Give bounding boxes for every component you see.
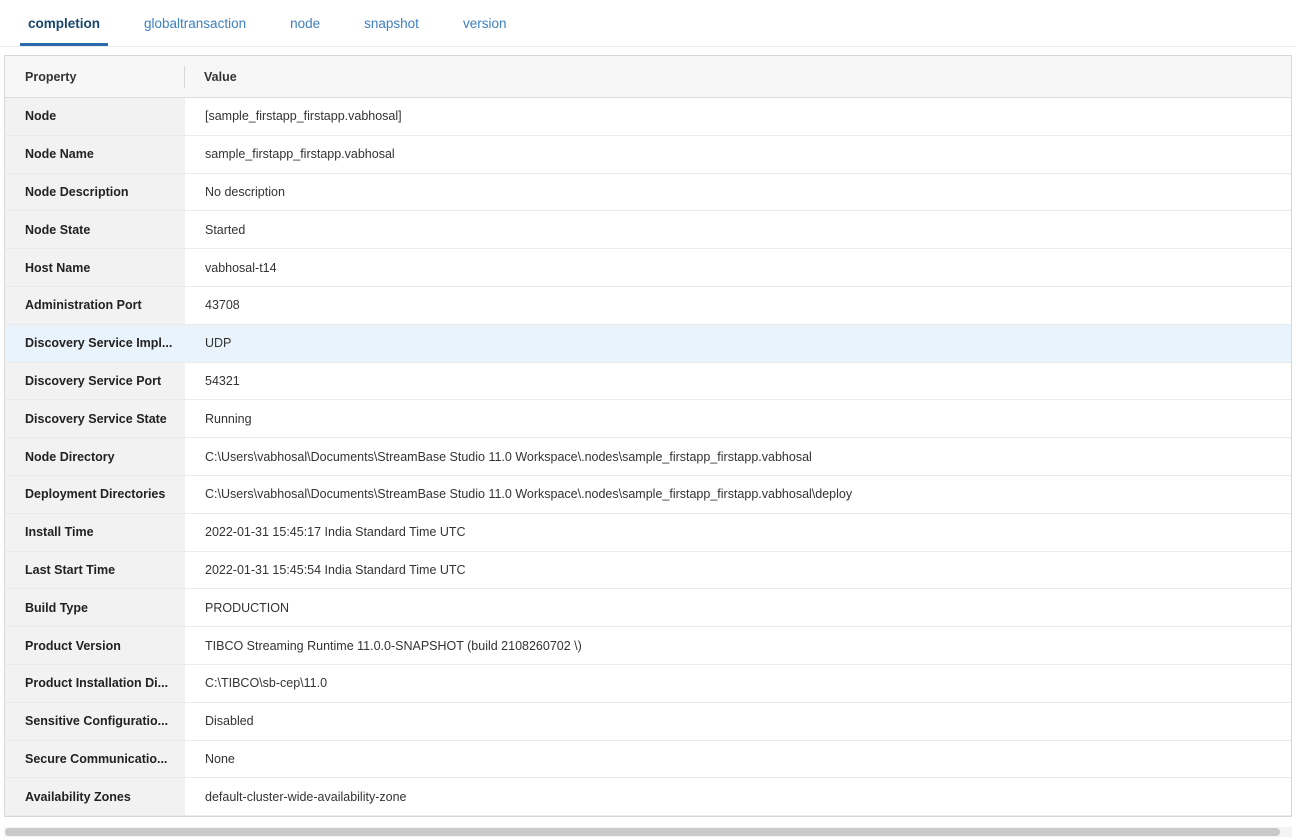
value-cell: C:\Users\vabhosal\Documents\StreamBase S… bbox=[185, 476, 1291, 513]
property-cell: Availability Zones bbox=[5, 778, 185, 815]
tab-snapshot[interactable]: snapshot bbox=[342, 0, 441, 46]
property-cell: Administration Port bbox=[5, 287, 185, 324]
table-row[interactable]: Discovery Service Port54321 bbox=[5, 363, 1291, 401]
value-cell: None bbox=[185, 741, 1291, 778]
tab-globaltransaction[interactable]: globaltransaction bbox=[122, 0, 268, 46]
property-cell: Sensitive Configuratio... bbox=[5, 703, 185, 740]
property-cell: Discovery Service Port bbox=[5, 363, 185, 400]
value-cell: C:\Users\vabhosal\Documents\StreamBase S… bbox=[185, 438, 1291, 475]
property-cell: Node Directory bbox=[5, 438, 185, 475]
property-cell: Node Name bbox=[5, 136, 185, 173]
tab-node[interactable]: node bbox=[268, 0, 342, 46]
value-cell: 54321 bbox=[185, 363, 1291, 400]
property-cell: Build Type bbox=[5, 589, 185, 626]
table-row[interactable]: Last Start Time2022-01-31 15:45:54 India… bbox=[5, 552, 1291, 590]
table-row[interactable]: Product VersionTIBCO Streaming Runtime 1… bbox=[5, 627, 1291, 665]
value-cell: 43708 bbox=[185, 287, 1291, 324]
value-cell: PRODUCTION bbox=[185, 589, 1291, 626]
table-row[interactable]: Discovery Service Impl...UDP bbox=[5, 325, 1291, 363]
table-row[interactable]: Node DirectoryC:\Users\vabhosal\Document… bbox=[5, 438, 1291, 476]
properties-table: Property Value Node[sample_firstapp_firs… bbox=[4, 55, 1292, 817]
value-cell: UDP bbox=[185, 325, 1291, 362]
table-row[interactable]: Node StateStarted bbox=[5, 211, 1291, 249]
property-cell: Node bbox=[5, 98, 185, 135]
value-cell: default-cluster-wide-availability-zone bbox=[185, 778, 1291, 815]
table-row[interactable]: Sensitive Configuratio...Disabled bbox=[5, 703, 1291, 741]
table-row[interactable]: Host Namevabhosal-t14 bbox=[5, 249, 1291, 287]
table-row[interactable]: Deployment DirectoriesC:\Users\vabhosal\… bbox=[5, 476, 1291, 514]
table-header-row: Property Value bbox=[5, 56, 1291, 98]
table-row[interactable]: Availability Zonesdefault-cluster-wide-a… bbox=[5, 778, 1291, 816]
value-cell: No description bbox=[185, 174, 1291, 211]
table-body: Node[sample_firstapp_firstapp.vabhosal]N… bbox=[5, 98, 1291, 816]
table-row[interactable]: Install Time2022-01-31 15:45:17 India St… bbox=[5, 514, 1291, 552]
property-cell: Node Description bbox=[5, 174, 185, 211]
property-cell: Product Version bbox=[5, 627, 185, 664]
value-cell: 2022-01-31 15:45:17 India Standard Time … bbox=[185, 514, 1291, 551]
tab-completion[interactable]: completion bbox=[6, 0, 122, 46]
table-row[interactable]: Product Installation Di...C:\TIBCO\sb-ce… bbox=[5, 665, 1291, 703]
property-cell: Product Installation Di... bbox=[5, 665, 185, 702]
column-header-property[interactable]: Property bbox=[5, 56, 184, 97]
column-header-value[interactable]: Value bbox=[185, 56, 1291, 97]
value-cell: sample_firstapp_firstapp.vabhosal bbox=[185, 136, 1291, 173]
tab-version[interactable]: version bbox=[441, 0, 529, 46]
value-cell: Disabled bbox=[185, 703, 1291, 740]
table-row[interactable]: Secure Communicatio...None bbox=[5, 741, 1291, 779]
tab-bar: completionglobaltransactionnodesnapshotv… bbox=[0, 0, 1296, 47]
table-row[interactable]: Build TypePRODUCTION bbox=[5, 589, 1291, 627]
property-cell: Discovery Service State bbox=[5, 400, 185, 437]
value-cell: 2022-01-31 15:45:54 India Standard Time … bbox=[185, 552, 1291, 589]
property-cell: Install Time bbox=[5, 514, 185, 551]
value-cell: TIBCO Streaming Runtime 11.0.0-SNAPSHOT … bbox=[185, 627, 1291, 664]
table-row[interactable]: Node Namesample_firstapp_firstapp.vabhos… bbox=[5, 136, 1291, 174]
property-cell: Host Name bbox=[5, 249, 185, 286]
property-cell: Secure Communicatio... bbox=[5, 741, 185, 778]
horizontal-scrollbar-track[interactable] bbox=[4, 827, 1292, 837]
property-cell: Node State bbox=[5, 211, 185, 248]
value-cell: [sample_firstapp_firstapp.vabhosal] bbox=[185, 98, 1291, 135]
value-cell: C:\TIBCO\sb-cep\11.0 bbox=[185, 665, 1291, 702]
value-cell: Running bbox=[185, 400, 1291, 437]
property-cell: Discovery Service Impl... bbox=[5, 325, 185, 362]
property-cell: Deployment Directories bbox=[5, 476, 185, 513]
property-cell: Last Start Time bbox=[5, 552, 185, 589]
table-row[interactable]: Node DescriptionNo description bbox=[5, 174, 1291, 212]
value-cell: Started bbox=[185, 211, 1291, 248]
table-row[interactable]: Administration Port43708 bbox=[5, 287, 1291, 325]
value-cell: vabhosal-t14 bbox=[185, 249, 1291, 286]
horizontal-scrollbar-thumb[interactable] bbox=[5, 828, 1280, 836]
table-row[interactable]: Node[sample_firstapp_firstapp.vabhosal] bbox=[5, 98, 1291, 136]
table-row[interactable]: Discovery Service StateRunning bbox=[5, 400, 1291, 438]
